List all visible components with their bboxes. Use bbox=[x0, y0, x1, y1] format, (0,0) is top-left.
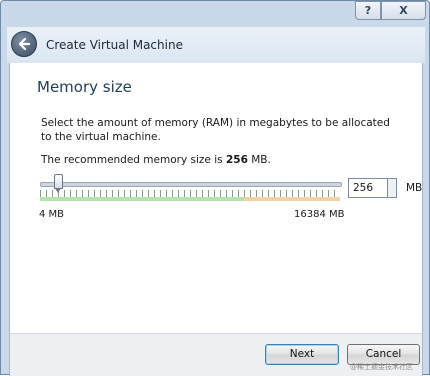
slider-max-label: 16384 MB bbox=[294, 209, 345, 220]
memory-spinner[interactable] bbox=[388, 178, 397, 198]
slider-thumb[interactable] bbox=[54, 174, 63, 193]
slider-tick bbox=[334, 190, 340, 197]
warning-memory-zone bbox=[244, 197, 340, 201]
window-title: Create Virtual Machine bbox=[46, 38, 183, 52]
close-button[interactable]: X bbox=[381, 1, 426, 20]
memory-slider[interactable] bbox=[40, 171, 342, 211]
memory-unit-label: MB bbox=[406, 182, 423, 194]
recommendation-suffix: MB. bbox=[247, 154, 271, 166]
slider-min-label: 4 MB bbox=[39, 209, 65, 220]
next-button[interactable]: Next bbox=[265, 344, 339, 365]
page-title: Memory size bbox=[37, 78, 132, 96]
memory-size-input[interactable] bbox=[348, 178, 388, 198]
slider-ticks bbox=[40, 190, 340, 197]
dialog-window: ? X Create Virtual Machine Memory size S… bbox=[0, 0, 430, 376]
safe-memory-zone bbox=[40, 197, 244, 201]
recommendation-text: The recommended memory size is 256 MB. bbox=[41, 154, 271, 166]
slider-track[interactable] bbox=[40, 182, 342, 187]
recommendation-prefix: The recommended memory size is bbox=[41, 154, 226, 166]
recommended-value: 256 bbox=[225, 154, 248, 166]
page-description: Select the amount of memory (RAM) in meg… bbox=[41, 117, 390, 143]
help-button[interactable]: ? bbox=[355, 1, 381, 20]
back-arrow-icon bbox=[18, 37, 31, 51]
wizard-page: Memory size Select the amount of memory … bbox=[9, 63, 423, 333]
back-button[interactable] bbox=[11, 31, 37, 57]
wizard-header: Create Virtual Machine bbox=[7, 27, 425, 63]
watermark: @稀土掘金技术社区 bbox=[350, 363, 413, 371]
